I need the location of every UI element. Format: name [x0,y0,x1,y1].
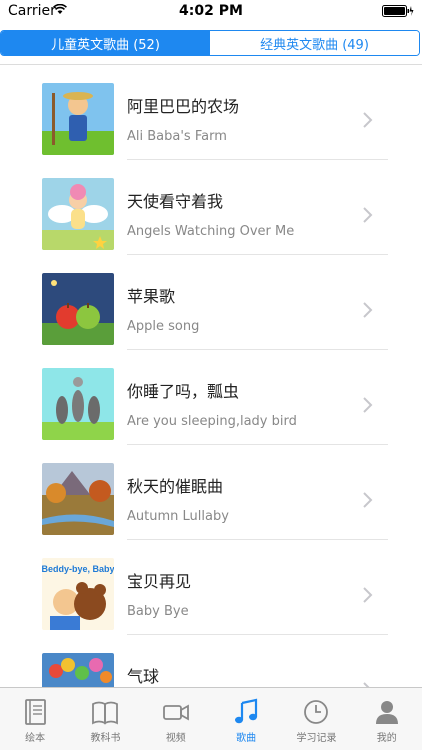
song-subtitle: Are you sleeping,lady bird [127,414,297,429]
tab-study-records[interactable]: 学习记录 [281,688,351,750]
song-title: 宝贝再见 [127,572,192,591]
ladybird-thumbnail [42,368,114,440]
balloons-thumbnail [42,653,114,687]
chevron-right-icon [363,112,373,128]
chevron-right-icon [363,302,373,318]
tab-bar: 绘本 教科书 视频 歌曲 学习记录 我的 [0,687,422,750]
song-list[interactable]: 阿里巴巴的农场 Ali Baba's Farm 天使看守着我 Angels Wa… [0,65,422,687]
person-icon [375,701,398,724]
chevron-right-icon [363,492,373,508]
song-row[interactable]: 阿里巴巴的农场 Ali Baba's Farm [0,65,422,160]
song-row[interactable]: 气球 [0,635,422,687]
tab-profile[interactable]: 我的 [352,688,422,750]
tab-label: 视频 [165,733,186,744]
tab-video[interactable]: 视频 [141,688,211,750]
tab-picture-books[interactable]: 绘本 [0,688,70,750]
song-row[interactable]: 苹果歌 Apple song [0,255,422,350]
tab-label: 绘本 [25,733,46,744]
music-note-icon [235,698,258,724]
textbook-icon [92,701,119,725]
tab-songs[interactable]: 歌曲 [211,688,281,750]
song-subtitle: Baby Bye [127,604,189,619]
song-row[interactable]: 秋天的催眠曲 Autumn Lullaby [0,445,422,540]
chevron-right-icon [363,397,373,413]
song-row[interactable]: Beddy-bye, Baby 宝贝再见 Baby Bye [0,540,422,635]
category-segmented-control: 儿童英文歌曲 (52) 经典英文歌曲 (49) [0,30,420,56]
song-title: 气球 [127,667,160,686]
segment-classic-songs[interactable]: 经典英文歌曲 (49) [210,31,419,55]
tab-textbooks[interactable]: 教科书 [70,688,140,750]
thumb-book-title: Beddy-bye, Baby [42,564,114,574]
status-bar: Carrier 4:02 PM [0,0,422,22]
segment-children-songs[interactable]: 儿童英文歌曲 (52) [1,31,210,55]
battery-icon [382,5,414,17]
song-title: 阿里巴巴的农场 [127,97,240,116]
status-time: 4:02 PM [179,3,243,19]
apples-thumbnail [42,273,114,345]
song-subtitle: Ali Baba's Farm [127,129,227,144]
tab-label: 歌曲 [236,733,257,744]
song-row[interactable]: 你睡了吗，瓢虫 Are you sleeping,lady bird [0,350,422,445]
autumn-thumbnail [42,463,114,535]
tab-label: 教科书 [90,733,121,744]
song-subtitle: Angels Watching Over Me [127,224,295,239]
farm-thumbnail [42,83,114,155]
angel-thumbnail [42,178,114,250]
song-title: 你睡了吗，瓢虫 [127,382,240,401]
video-icon [162,704,189,721]
tab-label: 学习记录 [296,733,337,744]
tab-label: 我的 [376,733,397,744]
picture-book-icon [25,699,47,725]
baby-bye-thumbnail: Beddy-bye, Baby [42,558,114,630]
song-title: 苹果歌 [127,287,176,306]
clock-icon [304,700,329,724]
song-title: 秋天的催眠曲 [127,477,224,496]
chevron-right-icon [363,207,373,223]
song-subtitle: Autumn Lullaby [127,509,229,524]
song-row[interactable]: 天使看守着我 Angels Watching Over Me [0,160,422,255]
chevron-right-icon [363,587,373,603]
song-title: 天使看守着我 [127,192,224,211]
song-subtitle: Apple song [127,319,200,334]
